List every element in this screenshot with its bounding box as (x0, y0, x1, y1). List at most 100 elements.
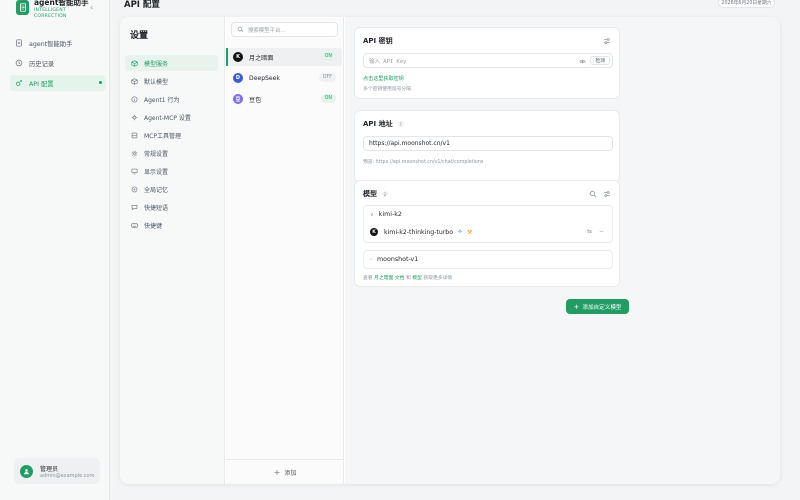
model-group-name: kimi-k2 (378, 211, 402, 218)
settings-item-model-service[interactable]: 模型服务 (125, 55, 218, 71)
model-group-header[interactable]: › moonshot-v1 (364, 251, 612, 268)
nav-item-label: 历史记录 (29, 60, 55, 68)
model-settings-icon[interactable]: ⇆ (587, 228, 592, 235)
api-url-preview: 预览: https://api.moonshot.cn/v1/chat/comp… (363, 160, 484, 165)
settings-item-label: Agent1 行为 (144, 96, 180, 104)
plus-icon: + (273, 467, 281, 477)
kimi-logo-icon: K (370, 228, 378, 236)
api-url-value: https://api.moonshot.cn/v1 (369, 140, 450, 147)
remove-model-icon[interactable]: − (599, 228, 604, 235)
provider-item-deepseek[interactable]: D DeepSeek OFF (228, 69, 342, 87)
provider-name: 月之暗面 (249, 54, 274, 62)
chevron-right-icon: › (370, 256, 372, 263)
model-row[interactable]: K kimi-k2-thinking-turbo ⟡ ⚒ ⇆ − (364, 223, 612, 241)
api-key-hint: 多个密钥使用逗号分隔 (363, 87, 411, 92)
models-heading: 模型 2 (363, 189, 388, 199)
reasoning-icon: ⟡ (458, 228, 462, 235)
info-circle-icon (131, 96, 138, 102)
page-title: API 配置 (124, 0, 160, 10)
api-url-input[interactable]: https://api.moonshot.cn/v1 (363, 136, 613, 151)
chevron-down-icon: ∨ (370, 211, 374, 218)
model-name: kimi-k2-thinking-turbo (384, 228, 454, 236)
user-name: 管理员 (40, 465, 59, 473)
nav-item-label: agent智能助手 (29, 40, 73, 48)
check-key-button[interactable]: 检测 (590, 56, 610, 65)
provider-item-doubao[interactable]: 豆 豆包 ON (228, 90, 342, 108)
api-url-title: API 地址 (363, 120, 393, 128)
settings-item-label: 快捷键 (144, 222, 163, 230)
date-badge: 2026年6月20日星期六 (718, 0, 775, 8)
api-key-card: API 密钥 输入 API Key 检测 点击这里获取密钥 多个密钥使用逗号分隔 (354, 27, 620, 99)
models-link[interactable]: 模型 (412, 276, 422, 281)
provider-name: 豆包 (249, 96, 262, 104)
model-group-name: moonshot-v1 (377, 256, 419, 263)
server-icon (131, 132, 138, 138)
deepseek-logo-icon: D (233, 73, 243, 83)
settings-title: 设置 (130, 31, 149, 41)
model-group-header[interactable]: ∨ kimi-k2 (364, 206, 612, 223)
nav-item-api-config[interactable]: API 配置 (10, 75, 106, 91)
chat-icon (131, 204, 138, 210)
tools-icon: ⚒ (466, 228, 473, 236)
models-title: 模型 (363, 190, 377, 198)
keyboard-icon (131, 222, 138, 228)
settings-item-label: 模型服务 (144, 60, 169, 68)
search-placeholder: 搜索模型平台... (248, 27, 286, 34)
nav-item-label: API 配置 (29, 80, 54, 88)
settings-item-agent-mcp[interactable]: Agent-MCP 设置 (125, 109, 218, 125)
document-icon (16, 39, 22, 47)
settings-item-quick-phrases[interactable]: 快捷短语 (125, 199, 218, 215)
model-group-moonshot-v1: › moonshot-v1 (363, 250, 613, 269)
get-key-link[interactable]: 点击这里获取密钥 (363, 75, 404, 82)
settings-item-label: 全局记忆 (144, 186, 169, 194)
history-icon (15, 59, 23, 67)
settings-item-mcp-tools[interactable]: MCP工具管理 (125, 127, 218, 143)
provider-detail: API 密钥 输入 API Key 检测 点击这里获取密钥 多个密钥使用逗号分隔… (345, 17, 780, 484)
settings-sliders-icon[interactable] (603, 190, 611, 198)
eye-icon[interactable] (579, 58, 586, 65)
api-url-card: API 地址 ? https://api.moonshot.cn/v1 预览: … (354, 110, 620, 183)
provider-item-moonshot[interactable]: K 月之暗面 ON (226, 48, 342, 66)
status-badge: ON (320, 94, 336, 103)
api-key-placeholder: 输入 API Key (369, 58, 407, 65)
user-email: admin@example.com (40, 472, 95, 479)
api-key-input[interactable]: 输入 API Key 检测 (363, 53, 613, 68)
settings-item-general[interactable]: 常规设置 (125, 145, 218, 161)
settings-item-memory[interactable]: 全局记忆 (125, 181, 218, 197)
settings-item-label: 默认模型 (144, 78, 169, 86)
settings-item-label: 显示设置 (144, 168, 169, 176)
brand: agent智能助手 INTELLIGENT CORRECTION (16, 0, 88, 19)
settings-item-display[interactable]: 显示设置 (125, 163, 218, 179)
main-nav: agent智能助手 历史记录 API 配置 (10, 35, 106, 95)
models-count: 2 (382, 191, 388, 197)
cube-outline-icon (131, 77, 138, 85)
status-badge: OFF (318, 73, 336, 82)
nav-item-history[interactable]: 历史记录 (10, 55, 106, 71)
collapse-sidebar-icon[interactable]: ‹ (90, 3, 93, 12)
nav-item-assistant[interactable]: agent智能助手 (10, 35, 106, 51)
add-provider-button[interactable]: + 添加 (226, 459, 344, 484)
user-card[interactable]: 管理员 admin@example.com (14, 458, 100, 484)
settings-item-label: Agent-MCP 设置 (144, 114, 191, 122)
settings-sliders-icon[interactable] (603, 37, 611, 45)
provider-search-input[interactable]: 搜索模型平台... (231, 22, 338, 37)
search-icon[interactable] (589, 190, 597, 198)
settings-item-label: 快捷短语 (144, 204, 169, 212)
settings-item-agent-behavior[interactable]: Agent1 行为 (125, 91, 218, 107)
models-footer: 查看 月之暗面 文档 和 模型 获取更多详情 (363, 274, 452, 281)
memory-icon (131, 186, 138, 192)
settings-item-default-model[interactable]: 默认模型 (125, 73, 218, 89)
settings-item-label: 常规设置 (144, 150, 169, 158)
status-badge: ON (320, 52, 336, 61)
agent-icon (131, 114, 138, 120)
help-icon[interactable]: ? (397, 121, 404, 127)
avatar (20, 464, 33, 478)
document-logo-icon (16, 0, 29, 15)
api-key-title: API 密钥 (363, 37, 393, 45)
docs-link[interactable]: 月之暗面 文档 (374, 276, 404, 281)
add-custom-model-button[interactable]: + 添加自定义模型 (566, 299, 629, 314)
settings-item-shortcuts[interactable]: 快捷键 (125, 217, 218, 233)
models-card: 模型 2 ∨ kimi-k2 K kimi-k2-thinking-turbo … (354, 180, 620, 287)
settings-menu: 设置 模型服务 默认模型 Agent1 行为 Agent-MCP 设置 MCP工… (120, 17, 225, 484)
settings-sparkle-icon (16, 79, 23, 86)
